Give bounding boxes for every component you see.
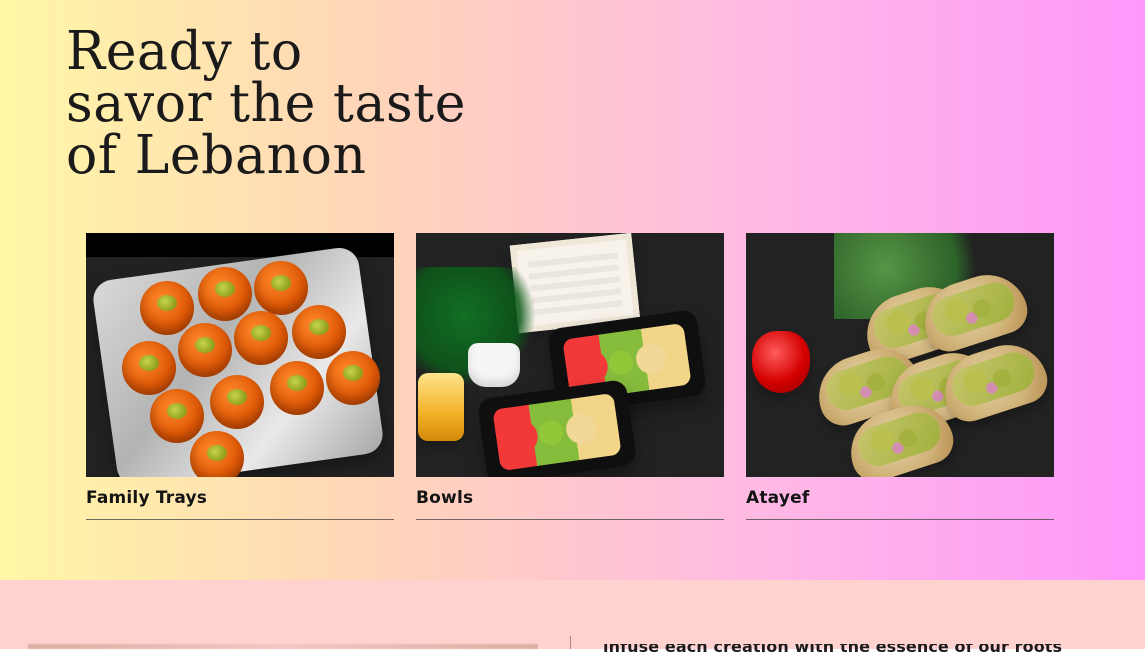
card-atayef[interactable]: Atayef	[746, 233, 1054, 520]
hero-section: Ready to savor the taste of Lebanon Fami…	[0, 0, 1145, 580]
hero-headline-line-1: Ready to	[66, 21, 303, 82]
section-divider	[570, 636, 571, 649]
cake-icon	[254, 261, 308, 315]
cake-icon	[190, 431, 244, 477]
card-family-trays[interactable]: Family Trays	[86, 233, 394, 520]
hero-headline: Ready to savor the taste of Lebanon	[66, 21, 576, 186]
atayef-image[interactable]	[746, 233, 1054, 477]
card-divider	[746, 519, 1054, 520]
honey-jar-icon	[418, 373, 464, 441]
family-trays-image[interactable]	[86, 233, 394, 477]
category-cards: Family Trays Bowls Atayef	[86, 233, 1055, 533]
card-divider	[416, 519, 724, 520]
cake-icon	[270, 361, 324, 415]
cake-icon	[150, 389, 204, 443]
hero-headline-line-2: savor the taste	[66, 73, 467, 134]
cake-icon	[234, 311, 288, 365]
card-title: Atayef	[746, 488, 810, 508]
cake-icon	[178, 323, 232, 377]
pot-icon	[468, 343, 520, 387]
card-title: Bowls	[416, 488, 474, 508]
cake-icon	[292, 305, 346, 359]
lower-text-snippet: infuse each creation with the essence of…	[603, 637, 1063, 655]
hero-headline-line-3: of Lebanon	[66, 125, 367, 186]
strawberry-icon	[752, 331, 810, 393]
cake-icon	[210, 375, 264, 429]
card-title: Family Trays	[86, 488, 208, 508]
cake-icon	[140, 281, 194, 335]
fruit-bowl-container	[476, 378, 638, 477]
fruit-slices	[492, 392, 622, 472]
cake-icon	[326, 351, 380, 405]
cake-icon	[122, 341, 176, 395]
lower-section: infuse each creation with the essence of…	[0, 580, 1145, 655]
card-divider	[86, 519, 394, 520]
bowls-image[interactable]	[416, 233, 724, 477]
cake-icon	[198, 267, 252, 321]
lower-image-edge	[28, 644, 538, 649]
card-bowls[interactable]: Bowls	[416, 233, 724, 520]
